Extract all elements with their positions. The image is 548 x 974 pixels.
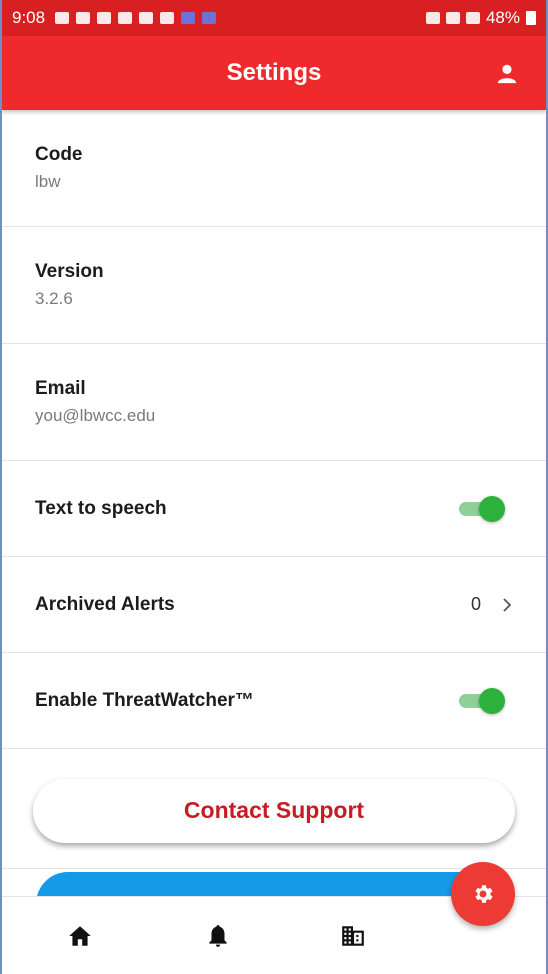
notification-icon <box>76 12 91 24</box>
bell-icon[interactable] <box>205 923 231 949</box>
version-row: Version 3.2.6 <box>2 227 546 344</box>
version-value: 3.2.6 <box>35 289 73 308</box>
status-bar: 9:08 48% <box>2 0 546 36</box>
notification-icon <box>55 12 70 24</box>
app-header: Settings <box>2 36 546 110</box>
status-right: 48% <box>425 8 536 28</box>
email-row: Email you@lbwcc.edu <box>2 344 546 461</box>
person-icon[interactable] <box>496 62 518 84</box>
signal-icon <box>465 12 480 24</box>
toggle-knob <box>479 687 505 714</box>
text-to-speech-label: Text to speech <box>35 497 167 519</box>
contact-support-button[interactable]: Contact Support <box>33 778 515 843</box>
email-value: you@lbwcc.edu <box>35 406 156 425</box>
cloud-icon <box>118 12 133 24</box>
version-label: Version <box>35 261 104 282</box>
status-time: 9:08 <box>12 8 46 27</box>
gear-icon <box>475 885 493 903</box>
support-section: Contact Support <box>2 749 546 869</box>
text-to-speech-toggle[interactable] <box>457 495 505 522</box>
settings-list: Code lbw Version 3.2.6 Email you@lbwcc.e… <box>2 110 546 869</box>
alarm-icon <box>425 12 440 24</box>
notification-icon <box>160 12 175 24</box>
code-label: Code <box>35 144 83 165</box>
home-icon[interactable] <box>67 923 93 949</box>
code-value: lbw <box>35 172 61 191</box>
threatwatcher-row: Enable ThreatWatcher™ <box>2 653 546 749</box>
notification-icon <box>139 12 154 24</box>
threatwatcher-label: Enable ThreatWatcher™ <box>35 689 254 711</box>
archived-alerts-row[interactable]: Archived Alerts 0 <box>2 557 546 653</box>
code-row: Code lbw <box>2 110 546 227</box>
threatwatcher-toggle[interactable] <box>457 687 505 714</box>
archived-alerts-count: 0 <box>470 594 481 614</box>
car-icon <box>202 12 217 24</box>
car-icon <box>181 12 196 24</box>
text-to-speech-row: Text to speech <box>2 461 546 557</box>
email-label: Email <box>35 378 86 399</box>
building-icon[interactable] <box>340 923 366 949</box>
app-frame: 9:08 48% Settings Code lbw Version 3.2.6… <box>0 0 548 974</box>
archived-alerts-label: Archived Alerts <box>35 593 175 615</box>
notification-icons <box>55 12 217 24</box>
chevron-right-icon <box>503 597 512 612</box>
page-title: Settings <box>226 59 322 86</box>
settings-fab[interactable] <box>451 862 515 926</box>
battery-icon <box>526 11 536 25</box>
battery-percent: 48% <box>485 8 520 27</box>
wifi-icon <box>445 12 460 24</box>
notification-icon <box>97 12 112 24</box>
toggle-knob <box>479 495 505 522</box>
